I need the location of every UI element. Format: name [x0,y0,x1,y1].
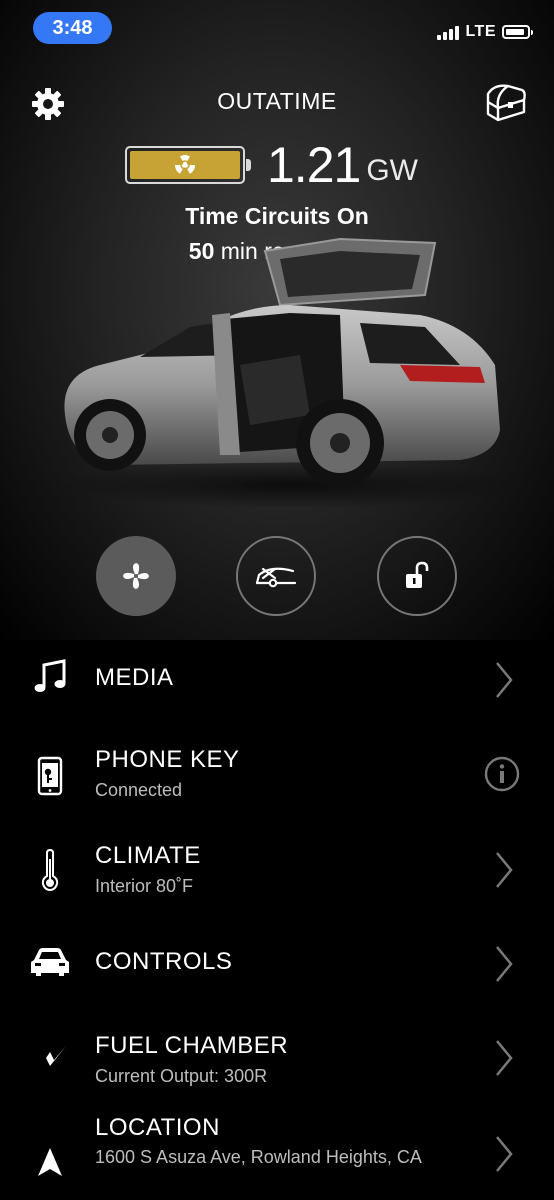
chevron-right-icon [496,1040,513,1076]
menu-item-media[interactable]: MEDIA [0,640,554,730]
fan-icon [123,563,149,589]
menu-sub-fuel-chamber: Current Output: 300R [95,1066,268,1086]
menu-item-fuel-chamber[interactable]: FUEL CHAMBER Current Output: 300R [0,1016,554,1106]
menu-item-phone-key[interactable]: PHONE KEY Connected [0,730,554,820]
menu-sub-location: 1600 S Asuza Ave, Rowland Heights, CA [95,1147,422,1167]
frunk-icon [255,567,297,588]
battery-gauge [125,146,251,184]
menu-label-media: MEDIA [95,664,174,691]
menu-label-controls: CONTROLS [95,948,233,975]
treasure-chest-icon[interactable] [484,82,528,124]
status-indicators: LTE [437,20,533,44]
lock-button[interactable] [377,536,457,616]
range-value: 1.21 [267,137,361,193]
lightning-icon [28,1038,72,1082]
menu-label-phone-key: PHONE KEY [95,746,240,773]
chevron-right-icon [496,662,513,698]
menu-label-climate: CLIMATE [95,842,201,869]
thermometer-icon [28,848,72,892]
range-display[interactable]: 1.21 GW [125,137,418,193]
frunk-button[interactable] [236,536,316,616]
menu-sub-phone-key: Connected [95,780,183,800]
phone-key-icon [28,754,72,798]
car-image[interactable] [40,215,520,515]
page-title: OUTATIME [217,88,337,114]
fan-button[interactable] [96,536,176,616]
status-time[interactable]: 3:48 [33,12,112,44]
chevron-right-icon [496,1136,513,1172]
car-front-icon [28,940,72,984]
menu-label-fuel-chamber: FUEL CHAMBER [95,1032,289,1059]
menu-sub-climate: Interior 80˚F [95,876,194,896]
unlock-icon [406,561,429,588]
menu-label-location: LOCATION [95,1114,220,1141]
info-icon[interactable] [484,756,520,792]
network-type: LTE [465,23,496,40]
battery-icon [502,25,533,39]
music-note-icon [28,655,72,699]
chevron-right-icon [496,946,513,982]
range-unit: GW [366,154,418,187]
signal-icon [437,24,460,40]
navigation-arrow-icon [28,1140,72,1184]
chevron-right-icon [496,852,513,888]
menu-item-location[interactable]: LOCATION 1600 S Asuza Ave, Rowland Heigh… [0,1098,554,1200]
radiation-icon [173,153,197,177]
menu-item-climate[interactable]: CLIMATE Interior 80˚F [0,826,554,916]
menu-item-controls[interactable]: CONTROLS [0,920,554,1010]
